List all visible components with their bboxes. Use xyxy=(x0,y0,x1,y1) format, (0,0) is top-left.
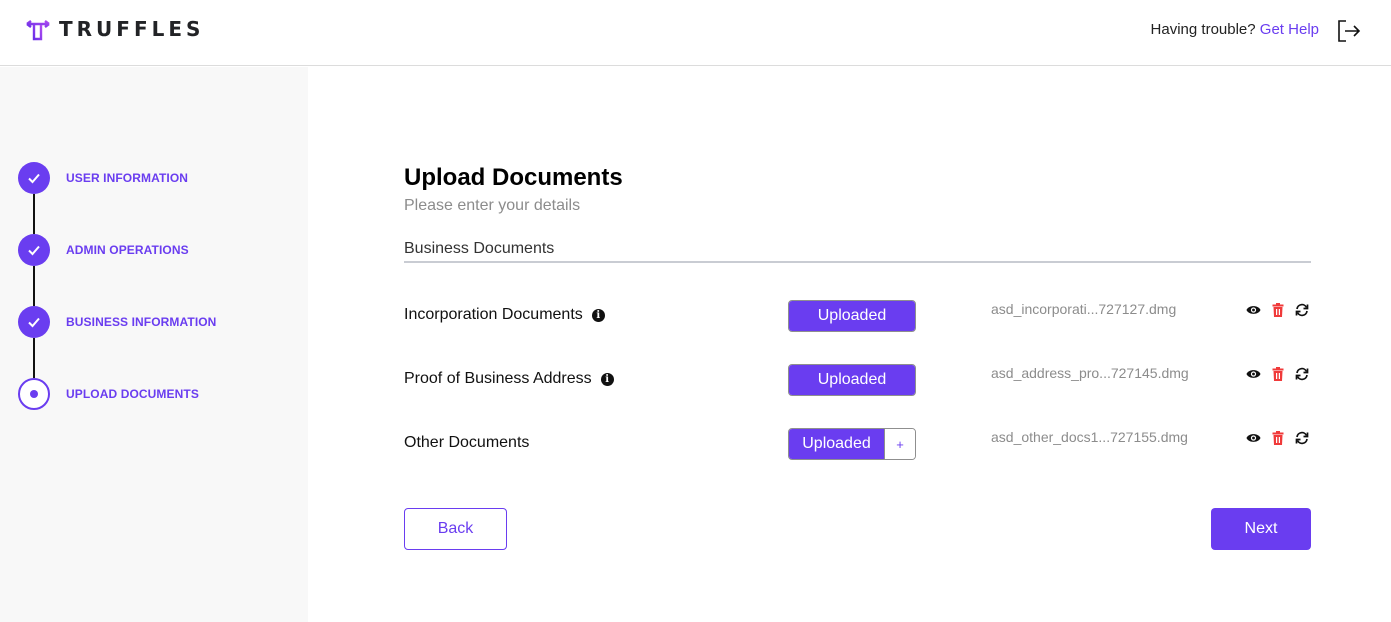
document-label: Other Documents xyxy=(404,434,529,452)
brand-name: TRUFFLES xyxy=(59,17,205,41)
step-complete-indicator xyxy=(18,306,50,338)
document-label: Incorporation Documents i xyxy=(404,306,605,324)
help-text: Having trouble? xyxy=(1150,21,1256,38)
replace-icon[interactable] xyxy=(1294,366,1309,381)
page-title: Upload Documents xyxy=(404,164,623,191)
step-label: BUSINESS INFORMATION xyxy=(66,315,217,329)
file-name: asd_other_docs1...727155.dmg xyxy=(991,429,1188,445)
trash-icon[interactable] xyxy=(1270,430,1285,445)
document-label-text: Incorporation Documents xyxy=(404,306,583,323)
document-label-text: Other Documents xyxy=(404,434,530,451)
replace-icon[interactable] xyxy=(1294,430,1309,445)
uploaded-status-button[interactable]: Uploaded xyxy=(789,365,915,395)
eye-icon[interactable] xyxy=(1246,366,1261,381)
document-row-business-address: Proof of Business Address i Uploaded asd… xyxy=(404,364,1311,396)
document-row-incorporation: Incorporation Documents i Uploaded asd_i… xyxy=(404,300,1311,332)
eye-icon[interactable] xyxy=(1246,302,1261,317)
upload-button[interactable]: Uploaded xyxy=(788,364,916,396)
step-admin-operations[interactable]: ADMIN OPERATIONS xyxy=(18,234,189,266)
info-icon[interactable]: i xyxy=(591,308,605,322)
upload-documents-form: Upload Documents Please enter your detai… xyxy=(404,160,1311,460)
logout-icon[interactable] xyxy=(1337,19,1361,43)
step-current-indicator xyxy=(18,378,50,410)
check-icon xyxy=(28,173,40,184)
truffles-logo-icon xyxy=(26,20,50,41)
add-document-button[interactable]: + xyxy=(884,429,915,459)
next-button[interactable]: Next xyxy=(1211,508,1311,550)
upload-button[interactable]: Uploaded xyxy=(788,300,916,332)
step-user-information[interactable]: USER INFORMATION xyxy=(18,162,188,194)
uploaded-status-button[interactable]: Uploaded xyxy=(789,429,884,459)
help-area: Having trouble? Get Help xyxy=(1151,21,1319,38)
step-upload-documents[interactable]: UPLOAD DOCUMENTS xyxy=(18,378,199,410)
brand-logo[interactable]: TRUFFLES xyxy=(25,16,204,42)
step-label: USER INFORMATION xyxy=(66,171,189,185)
document-label-text: Proof of Business Address xyxy=(404,370,592,387)
document-row-other: Other Documents Uploaded + asd_other_doc… xyxy=(404,428,1311,460)
replace-icon[interactable] xyxy=(1294,302,1309,317)
step-connector xyxy=(33,266,35,306)
trash-icon[interactable] xyxy=(1270,366,1285,381)
step-connector xyxy=(33,338,35,378)
stepper-sidebar xyxy=(0,67,308,622)
document-label: Proof of Business Address i xyxy=(404,370,614,388)
step-complete-indicator xyxy=(18,162,50,194)
file-actions xyxy=(1246,302,1309,317)
file-actions xyxy=(1246,366,1309,381)
info-icon[interactable]: i xyxy=(600,372,614,386)
step-complete-indicator xyxy=(18,234,50,266)
eye-icon[interactable] xyxy=(1246,430,1261,445)
file-name: asd_incorporati...727127.dmg xyxy=(991,301,1177,317)
page-subtitle: Please enter your details xyxy=(404,197,581,214)
uploaded-status-button[interactable]: Uploaded xyxy=(789,301,915,331)
step-label: UPLOAD DOCUMENTS xyxy=(66,387,199,401)
step-label: ADMIN OPERATIONS xyxy=(66,243,189,257)
back-button[interactable]: Back xyxy=(404,508,507,550)
step-business-information[interactable]: BUSINESS INFORMATION xyxy=(18,306,216,338)
check-icon xyxy=(28,245,40,256)
file-name: asd_address_pro...727145.dmg xyxy=(991,365,1189,381)
step-connector xyxy=(33,194,35,234)
top-header: TRUFFLES Having trouble? Get Help xyxy=(0,0,1391,66)
check-icon xyxy=(28,317,40,328)
get-help-link[interactable]: Get Help xyxy=(1260,21,1319,38)
trash-icon[interactable] xyxy=(1270,302,1285,317)
file-actions xyxy=(1246,430,1309,445)
section-title: Business Documents xyxy=(404,240,1311,263)
upload-button-group: Uploaded + xyxy=(788,428,916,460)
